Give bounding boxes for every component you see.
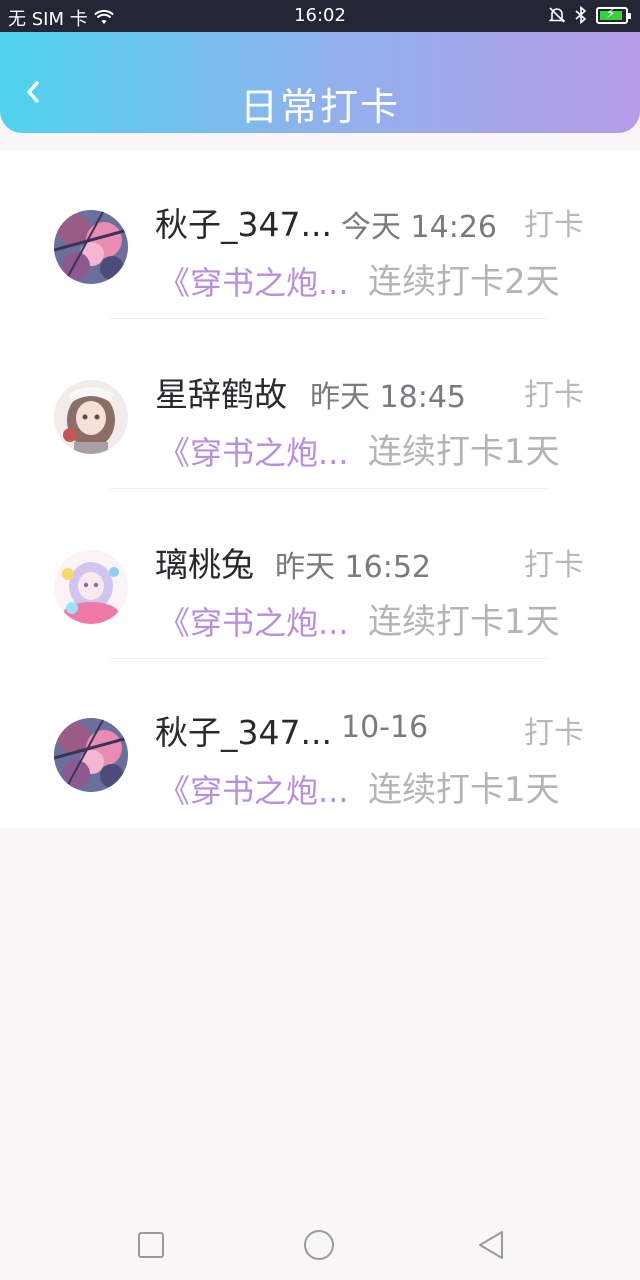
system-nav-bar: [0, 1210, 640, 1280]
wifi-icon: [94, 10, 114, 24]
checkin-tag: 打卡: [524, 378, 584, 413]
streak-text: 连续打卡1天: [368, 602, 560, 642]
user-name[interactable]: 秋子_347...: [155, 706, 332, 754]
divider: [110, 658, 550, 659]
checkin-tag: 打卡: [524, 716, 584, 751]
battery-charging-icon: ⚡: [596, 6, 631, 24]
book-title[interactable]: 《穿书之炮...: [158, 258, 349, 304]
avatar[interactable]: [54, 718, 128, 792]
book-title[interactable]: 《穿书之炮...: [158, 598, 349, 644]
list-item[interactable]: 秋子_347... 10-16 打卡 《穿书之炮... 连续打卡1天: [0, 660, 640, 830]
mute-bell-icon: [548, 7, 566, 23]
checkin-time: 昨天 16:52: [275, 550, 431, 585]
checkin-tag: 打卡: [524, 548, 584, 583]
streak-text: 连续打卡1天: [368, 770, 560, 810]
pink-blossom-avatar-icon: [54, 210, 128, 284]
checkin-time: 昨天 18:45: [310, 380, 466, 415]
circle-home-icon[interactable]: [302, 1228, 336, 1262]
list-item[interactable]: 星辞鹤故 昨天 18:45 打卡 《穿书之炮... 连续打卡1天: [0, 320, 640, 490]
carrier-label: 无 SIM 卡: [8, 9, 88, 30]
triangle-back-icon[interactable]: [474, 1228, 508, 1262]
status-bar: 无 SIM 卡 16:02 ⚡: [0, 0, 640, 32]
user-name[interactable]: 秋子_347...: [155, 198, 332, 246]
list-item[interactable]: 秋子_347... 今天 14:26 打卡 《穿书之炮... 连续打卡2天: [0, 150, 640, 320]
anime-girl-brown-avatar-icon: [54, 380, 128, 454]
checkin-tag: 打卡: [524, 208, 584, 243]
checkin-time: 10-16: [341, 710, 429, 745]
streak-text: 连续打卡2天: [368, 262, 560, 302]
square-recent-icon[interactable]: [134, 1228, 168, 1262]
avatar[interactable]: [54, 380, 128, 454]
avatar[interactable]: [54, 210, 128, 284]
book-title[interactable]: 《穿书之炮...: [158, 766, 349, 812]
checkin-list: 秋子_347... 今天 14:26 打卡 《穿书之炮... 连续打卡2天 星辞…: [0, 150, 640, 828]
streak-text: 连续打卡1天: [368, 432, 560, 472]
list-item[interactable]: 璃桃兔 昨天 16:52 打卡 《穿书之炮... 连续打卡1天: [0, 490, 640, 660]
pink-blossom-avatar-icon: [54, 718, 128, 792]
page-title: 日常打卡: [239, 85, 400, 129]
user-name[interactable]: 星辞鹤故: [155, 368, 287, 416]
app-header: 日常打卡: [0, 32, 640, 133]
book-title[interactable]: 《穿书之炮...: [158, 428, 349, 474]
bluetooth-icon: [575, 6, 587, 24]
user-name[interactable]: 璃桃兔: [155, 538, 254, 586]
anime-girl-pastel-avatar-icon: [54, 550, 128, 624]
divider: [110, 488, 550, 489]
checkin-time: 今天 14:26: [341, 210, 497, 245]
divider: [110, 318, 550, 319]
avatar[interactable]: [54, 550, 128, 624]
